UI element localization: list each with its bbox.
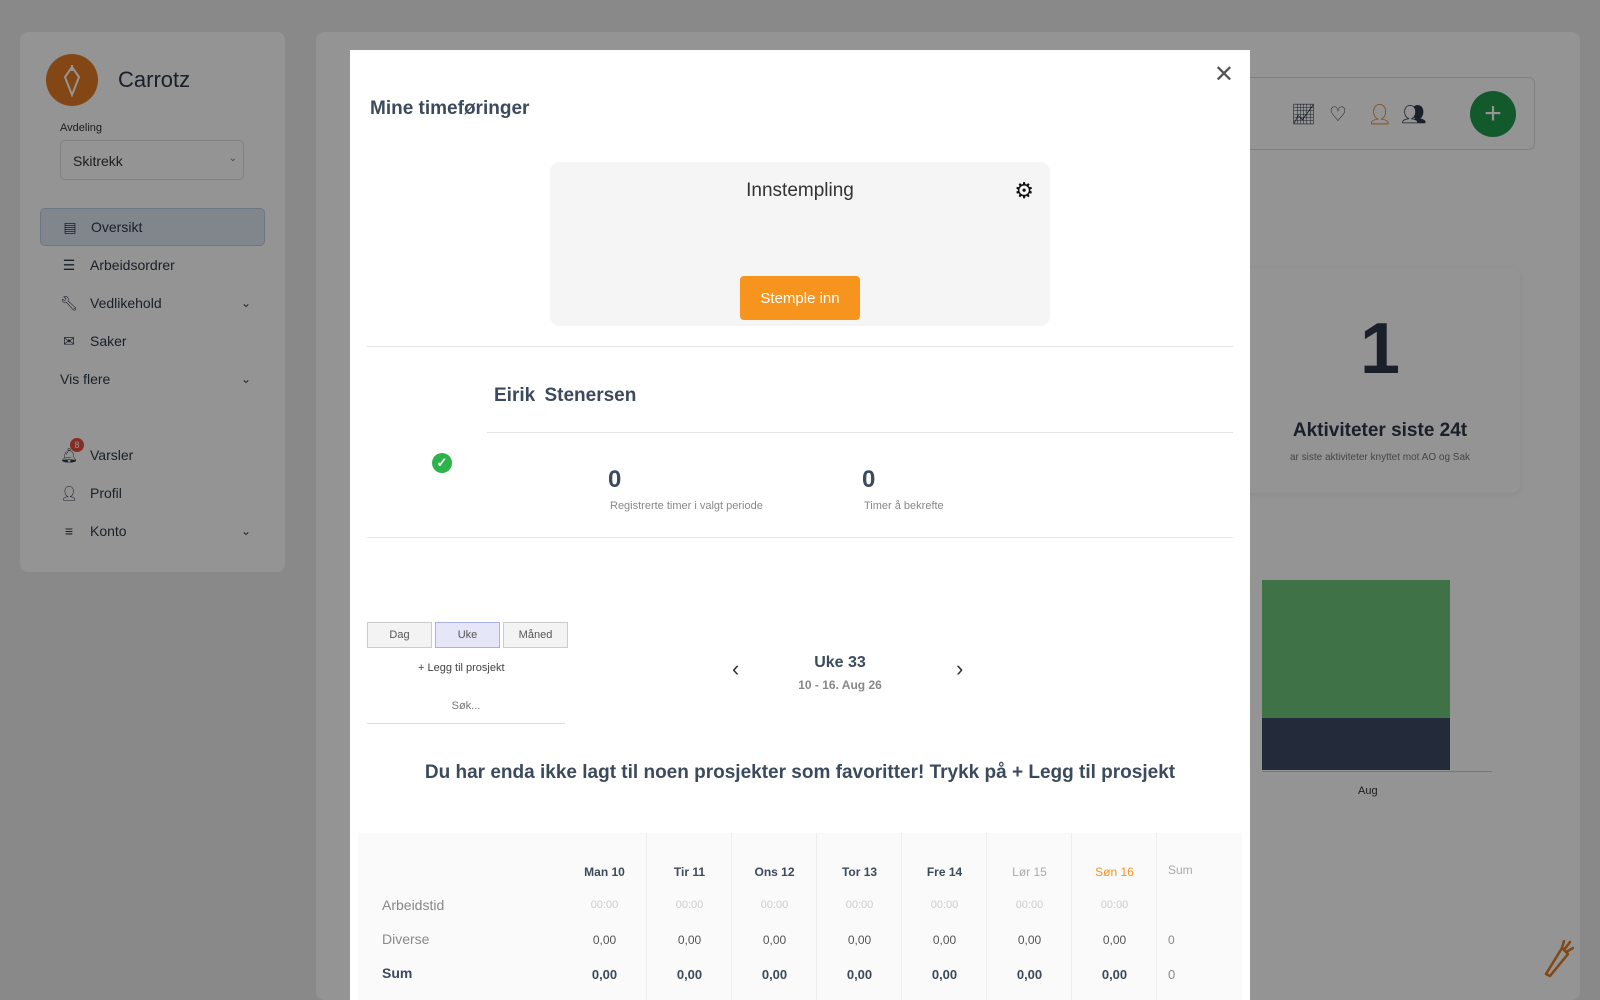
sum-cell: 0,00: [846, 967, 873, 982]
sum-cell: 0,00: [761, 967, 788, 982]
divider: [487, 432, 1233, 433]
day-header: Tor 13: [841, 865, 878, 879]
kpi-registered: 0 Registrerte timer i valgt periode: [608, 466, 763, 512]
week-range: 10 - 16. Aug 26: [798, 678, 882, 692]
chevron-right-icon[interactable]: ›: [956, 656, 963, 682]
day-header: Fre 14: [926, 865, 963, 879]
sum-cell: 0,00: [1101, 967, 1128, 982]
row-label-sum: Sum: [382, 965, 413, 981]
row-label-arbeidstid: Arbeidstid: [382, 897, 445, 913]
sum-total: 0: [1168, 967, 1176, 982]
work-cell[interactable]: 00:00: [733, 899, 816, 911]
stamp-title: Innstempling: [746, 180, 854, 201]
row-label-diverse: Diverse: [382, 931, 430, 947]
day-header: Lør 15: [1012, 865, 1047, 879]
misc-cell: 0,00: [1102, 933, 1127, 947]
kpi-registered-value: 0: [608, 466, 622, 493]
day-column: Fre 14 00:00 0,00 0,00: [903, 833, 987, 1000]
divider: [367, 537, 1233, 538]
modal-title: Mine timeføringer: [370, 98, 530, 119]
work-cell[interactable]: 00:00: [563, 899, 646, 911]
misc-cell: 0,00: [762, 933, 787, 947]
day-column: Man 10 00:00 0,00 0,00: [563, 833, 647, 1000]
misc-cell: 0,00: [592, 933, 617, 947]
kpi-confirm-value: 0: [862, 466, 876, 493]
day-header: Ons 12: [754, 865, 795, 879]
misc-cell: 0,00: [847, 933, 872, 947]
kpi-confirm: 0 Timer å bekrefte: [862, 466, 944, 512]
tab-maned[interactable]: Måned: [503, 622, 568, 648]
misc-cell: 0,00: [677, 933, 702, 947]
sum-misc: 0: [1168, 933, 1175, 947]
kpi-registered-label: Registrerte timer i valgt periode: [610, 500, 763, 512]
search-input[interactable]: [367, 688, 565, 724]
tab-dag[interactable]: Dag: [367, 622, 432, 648]
day-column: Tir 11 00:00 0,00 0,00: [648, 833, 732, 1000]
stamp-panel: Innstempling ⚙ Stemple inn: [550, 162, 1050, 326]
tab-uke[interactable]: Uke: [435, 622, 500, 648]
user-last-name: Stenersen: [544, 385, 637, 406]
sum-column: Sum 0 0: [1168, 833, 1252, 1000]
time-entries-modal: ✕ Mine timeføringer Innstempling ⚙ Stemp…: [350, 50, 1250, 1000]
work-cell[interactable]: 00:00: [903, 899, 986, 911]
user-name: Eirik Stenersen: [494, 385, 636, 407]
stamp-in-button[interactable]: Stemple inn: [740, 276, 860, 320]
day-column: Lør 15 00:00 0,00 0,00: [988, 833, 1072, 1000]
sum-cell: 0,00: [591, 967, 618, 982]
day-header: Tir 11: [673, 865, 706, 879]
check-circle-icon: ✓: [432, 453, 452, 473]
divider: [367, 346, 1233, 347]
gear-icon[interactable]: ⚙: [1014, 178, 1034, 204]
day-header: Man 10: [584, 865, 625, 879]
add-project-link[interactable]: + Legg til prosjekt: [418, 662, 505, 674]
chevron-left-icon[interactable]: ‹: [732, 656, 739, 682]
sum-cell: 0,00: [1016, 967, 1043, 982]
favorites-empty-message: Du har enda ikke lagt til noen prosjekte…: [424, 762, 1176, 783]
week-grid: Arbeidstid Diverse Sum Man 10 00:00 0,00…: [358, 833, 1242, 1000]
day-column: Søn 16 00:00 0,00 0,00: [1073, 833, 1157, 1000]
view-tabs: Dag Uke Måned: [367, 622, 568, 648]
sum-cell: 0,00: [931, 967, 958, 982]
user-first-name: Eirik: [494, 385, 536, 406]
misc-cell: 0,00: [932, 933, 957, 947]
sum-header: Sum: [1168, 863, 1193, 877]
sum-cell: 0,00: [676, 967, 703, 982]
work-cell[interactable]: 00:00: [988, 899, 1071, 911]
kpi-confirm-label: Timer å bekrefte: [864, 500, 944, 512]
close-icon[interactable]: ✕: [1214, 60, 1234, 89]
day-column: Ons 12 00:00 0,00 0,00: [733, 833, 817, 1000]
misc-cell: 0,00: [1017, 933, 1042, 947]
work-cell[interactable]: 00:00: [1073, 899, 1156, 911]
week-title: Uke 33: [814, 654, 866, 671]
work-cell[interactable]: 00:00: [818, 899, 901, 911]
day-header: Søn 16: [1095, 865, 1134, 879]
work-cell[interactable]: 00:00: [648, 899, 731, 911]
day-column: Tor 13 00:00 0,00 0,00: [818, 833, 902, 1000]
